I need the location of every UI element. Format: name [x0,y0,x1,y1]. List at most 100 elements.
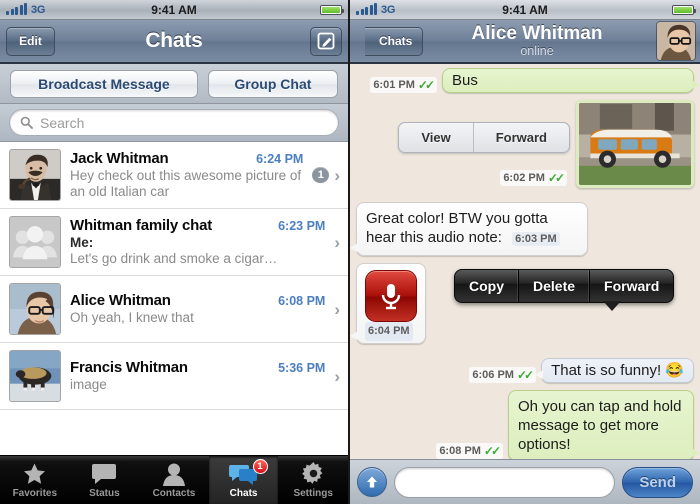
photo-message-bubble[interactable]: 6:02 PM ✓✓ [500,100,694,188]
photo-message-row: View Forward 6:02 PM ✓✓ [356,100,694,188]
status-bar: 3G 9:41 AM [0,0,348,20]
tab-bar: Favorites Status Contacts 1 Chats Settin… [0,455,348,504]
message-row: 6:01 PM ✓✓ Bus [356,68,700,93]
send-button[interactable]: Send [622,466,693,498]
double-check-icon: ✓✓ [417,78,435,92]
chats-unread-badge: 1 [252,458,268,474]
message-timestamp: 6:06 PM ✓✓ [469,367,537,383]
timestamp-text: 6:06 PM [472,369,514,381]
message-timestamp: 6:01 PM ✓✓ [370,77,437,93]
gear-icon [301,461,326,487]
group-chat-button[interactable]: Group Chat [207,69,338,98]
edit-button[interactable]: Edit [6,26,55,56]
conversation-navbar: Chats Alice Whitman online [350,20,700,64]
laughing-emoji: 😂 [665,362,684,379]
compose-button[interactable] [310,26,342,56]
message-timestamp: 6:08 PM ✓✓ [436,443,503,459]
tab-label: Chats [229,487,258,499]
microphone-icon[interactable] [365,270,417,322]
list-item-header: Jack Whitman 6:24 PM [70,150,303,167]
tab-label: Settings [293,487,333,499]
speech-bubble-icon [91,462,117,487]
tab-label: Status [89,487,120,499]
page-title: Chats [145,29,203,52]
attach-up-arrow-icon [367,476,377,488]
contact-avatar[interactable] [656,21,696,61]
contact-name: Francis Whitman [70,359,188,376]
double-check-icon: ✓✓ [547,171,565,185]
tab-contacts[interactable]: Contacts [139,456,209,504]
chevron-right-icon: › [334,366,340,386]
list-item-accessory: › [334,301,340,318]
chat-list: Jack Whitman 6:24 PM Hey check out this … [0,142,348,410]
list-item-header: Francis Whitman 5:36 PM [70,359,325,376]
message-timestamp: 6:03 PM [512,232,560,246]
message-text: That is so funny! [551,362,662,379]
list-item-header: Whitman family chat 6:23 PM [70,217,325,234]
message-preview: Oh yeah, I knew that [70,310,194,325]
list-item-accessory: 1 › [312,167,340,184]
list-item-content: Francis Whitman 5:36 PM image [70,359,325,393]
back-to-chats-button[interactable]: Chats [365,26,424,56]
woman-glasses-avatar [9,283,61,335]
list-item-content: Alice Whitman 6:08 PM Oh yeah, I knew th… [70,292,325,326]
broadcast-message-button[interactable]: Broadcast Message [10,69,198,98]
message-preview: Hey check out this awesome picture of an… [70,168,302,199]
tab-favorites[interactable]: Favorites [0,456,70,504]
photo-action-sheet: View Forward [398,122,570,153]
list-action-bar: Broadcast Message Group Chat [0,64,348,104]
search-bar: Search [0,104,348,142]
chats-navbar: Edit Chats [0,20,348,64]
message-preview-wrap: Me: Let's go drink and smoke a cigar… [70,235,325,267]
message-bubble[interactable]: Oh you can tap and hold message to get m… [508,390,700,459]
message-composer: Send [350,459,700,504]
message-row: 6:06 PM ✓✓ That is so funny! 😂 [356,358,694,383]
delete-menu-item[interactable]: Delete [518,270,589,302]
timestamp-text: 6:02 PM [503,172,545,184]
search-input[interactable]: Search [9,109,339,136]
list-item[interactable]: Alice Whitman 6:08 PM Oh yeah, I knew th… [0,276,348,343]
conversation-title-group: Alice Whitman online [430,23,644,59]
view-button[interactable]: View [399,123,472,152]
timestamp-text: 6:01 PM [373,79,415,91]
double-check-icon: ✓✓ [483,444,501,458]
contact-name: Alice Whitman [471,23,603,44]
message-row: Great color! BTW you gotta hear this aud… [350,202,694,256]
list-item[interactable]: Jack Whitman 6:24 PM Hey check out this … [0,142,348,209]
message-input[interactable] [394,466,616,498]
compose-icon [317,32,335,50]
attach-button[interactable] [357,467,387,497]
tab-status[interactable]: Status [70,456,140,504]
list-item[interactable]: Francis Whitman 5:36 PM image › [0,343,348,410]
dual-screenshot: 3G 9:41 AM Edit Chats Broadcast Message … [0,0,700,504]
list-item-header: Alice Whitman 6:08 PM [70,292,325,309]
message-thread[interactable]: 6:01 PM ✓✓ Bus View Forward 6:02 PM ✓✓ G… [350,64,700,459]
chevron-right-icon: › [334,299,340,319]
battery-icon [320,4,344,15]
contact-name: Alice Whitman [70,292,171,309]
presence-status: online [520,44,554,58]
person-icon [162,462,185,487]
group-avatar [9,216,61,268]
contact-name: Whitman family chat [70,217,213,234]
forward-menu-item[interactable]: Forward [589,270,673,302]
chats-list-screen: 3G 9:41 AM Edit Chats Broadcast Message … [0,0,350,504]
message-context-menu: Copy Delete Forward [454,269,675,311]
tab-settings[interactable]: Settings [278,456,348,504]
message-bubble[interactable]: That is so funny! 😂 [535,358,694,383]
clock-label: 9:41 AM [502,2,548,17]
audio-message-bubble[interactable]: 6:04 PM [350,263,426,344]
tab-label: Contacts [152,487,196,499]
forward-button[interactable]: Forward [472,123,569,152]
tab-chats[interactable]: 1 Chats [208,456,279,504]
message-bubble[interactable]: Bus [442,68,700,93]
copy-menu-item[interactable]: Copy [455,270,518,302]
unread-badge: 1 [312,167,330,183]
message-bubble[interactable]: Great color! BTW you gotta hear this aud… [350,202,588,256]
orange-vw-bus-photo[interactable] [576,100,694,188]
list-item[interactable]: Whitman family chat 6:23 PM Me: Let's go… [0,209,348,276]
list-item-accessory: › [334,234,340,251]
message-timestamp: 6:02 PM ✓✓ [500,170,567,186]
message-preview: image [70,377,107,392]
star-icon [22,462,47,487]
